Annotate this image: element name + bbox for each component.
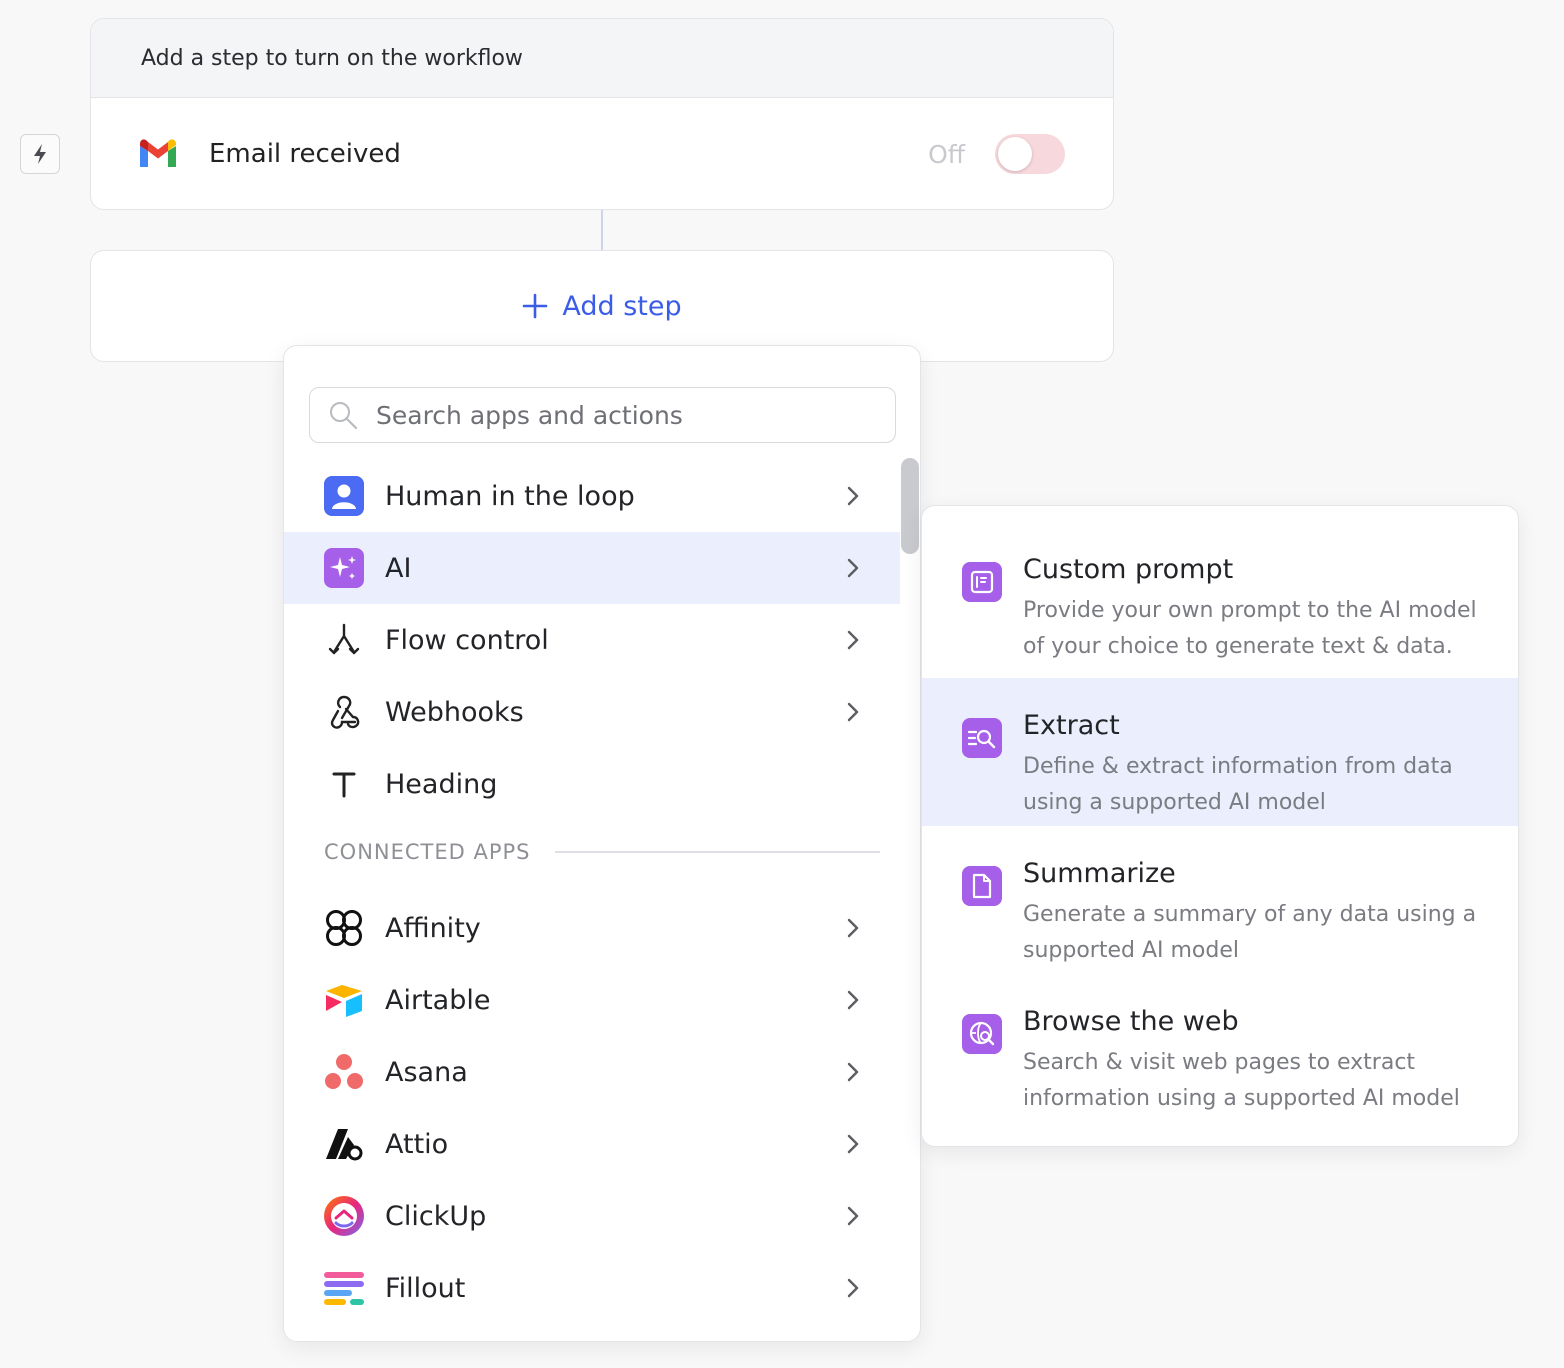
- menu-item-ai[interactable]: AI: [284, 532, 900, 604]
- document-icon: [962, 866, 1002, 906]
- fillout-logo: [324, 1268, 364, 1308]
- menu-item-label: Attio: [385, 1128, 449, 1160]
- workflow-banner: Add a step to turn on the workflow: [91, 19, 1113, 98]
- add-step-menu: Human in the loop AI Flow control Webhoo…: [283, 345, 921, 1342]
- connected-apps-header: CONNECTED APPS: [324, 840, 880, 864]
- toggle-knob: [998, 137, 1032, 171]
- webhook-icon: [324, 692, 364, 732]
- trigger-badge[interactable]: [20, 134, 60, 174]
- chevron-right-icon: [846, 557, 860, 579]
- text-t-icon: [324, 764, 364, 804]
- menu-item-label: AI: [385, 552, 412, 584]
- chevron-right-icon: [846, 1277, 860, 1299]
- clickup-logo: [324, 1196, 364, 1236]
- ai-submenu: Custom prompt Provide your own prompt to…: [921, 505, 1519, 1147]
- prompt-icon: [962, 562, 1002, 602]
- action-description: Define & extract information from data us…: [1023, 754, 1453, 815]
- ai-action-summarize[interactable]: Summarize Generate a summary of any data…: [922, 826, 1518, 974]
- branch-icon: [324, 620, 364, 660]
- trigger-row[interactable]: Email received Off: [91, 98, 1113, 209]
- menu-item-label: Airtable: [385, 984, 491, 1016]
- action-title: Summarize: [1023, 858, 1176, 889]
- action-title: Browse the web: [1023, 1006, 1239, 1037]
- section-divider: [554, 851, 880, 853]
- menu-item-label: Affinity: [385, 912, 481, 944]
- menu-item-label: Heading: [385, 768, 498, 800]
- search-icon: [330, 402, 358, 430]
- affinity-logo: [324, 908, 364, 948]
- chevron-right-icon: [846, 701, 860, 723]
- menu-item-label: Flow control: [385, 624, 549, 656]
- trigger-label: Email received: [209, 139, 401, 169]
- attio-logo: [324, 1124, 364, 1164]
- ai-action-extract[interactable]: Extract Define & extract information fro…: [922, 678, 1518, 826]
- workflow-card: Add a step to turn on the workflow Email…: [90, 18, 1114, 210]
- step-connector: [601, 210, 603, 252]
- app-item-fillout[interactable]: Fillout: [284, 1252, 900, 1324]
- action-description: Search & visit web pages to extract infor…: [1023, 1050, 1460, 1111]
- ai-action-browse-the-web[interactable]: Browse the web Search & visit web pages …: [922, 974, 1518, 1122]
- toggle-state-label: Off: [928, 139, 965, 169]
- menu-item-label: ClickUp: [385, 1200, 487, 1232]
- app-item-asana[interactable]: Asana: [284, 1036, 900, 1108]
- workflow-toggle[interactable]: [995, 134, 1065, 174]
- action-description: Generate a summary of any data using a su…: [1023, 902, 1477, 963]
- menu-item-human-in-the-loop[interactable]: Human in the loop: [284, 460, 900, 532]
- app-item-affinity[interactable]: Affinity: [284, 892, 900, 964]
- add-step-label: Add step: [562, 290, 682, 322]
- person-icon: [324, 476, 364, 516]
- menu-item-heading[interactable]: Heading: [284, 748, 900, 820]
- extract-search-icon: [962, 718, 1002, 758]
- menu-item-label: Fillout: [385, 1272, 466, 1304]
- search-input[interactable]: [376, 400, 876, 430]
- sparkle-icon: [324, 548, 364, 588]
- menu-item-label: Human in the loop: [385, 480, 635, 512]
- lightning-icon: [34, 144, 46, 164]
- app-item-clickup[interactable]: ClickUp: [284, 1180, 900, 1252]
- asana-logo: [324, 1052, 364, 1092]
- chevron-right-icon: [846, 1133, 860, 1155]
- globe-search-icon: [962, 1014, 1002, 1054]
- airtable-logo: [324, 980, 364, 1020]
- menu-item-label: Asana: [385, 1056, 468, 1088]
- action-description: Provide your own prompt to the AI model o…: [1023, 598, 1477, 659]
- menu-item-flow-control[interactable]: Flow control: [284, 604, 900, 676]
- gmail-logo: [140, 139, 176, 167]
- chevron-right-icon: [846, 485, 860, 507]
- plus-icon: [523, 293, 548, 319]
- menu-item-label: Webhooks: [385, 696, 524, 728]
- action-title: Custom prompt: [1023, 554, 1234, 585]
- ai-action-custom-prompt[interactable]: Custom prompt Provide your own prompt to…: [922, 522, 1518, 670]
- chevron-right-icon: [846, 989, 860, 1011]
- chevron-right-icon: [846, 629, 860, 651]
- app-item-airtable[interactable]: Airtable: [284, 964, 900, 1036]
- chevron-right-icon: [846, 917, 860, 939]
- search-box[interactable]: [309, 387, 896, 443]
- menu-item-webhooks[interactable]: Webhooks: [284, 676, 900, 748]
- scrollbar[interactable]: [901, 458, 919, 554]
- chevron-right-icon: [846, 1205, 860, 1227]
- chevron-right-icon: [846, 1061, 860, 1083]
- section-title: CONNECTED APPS: [324, 840, 531, 864]
- action-title: Extract: [1023, 710, 1120, 741]
- app-item-attio[interactable]: Attio: [284, 1108, 900, 1180]
